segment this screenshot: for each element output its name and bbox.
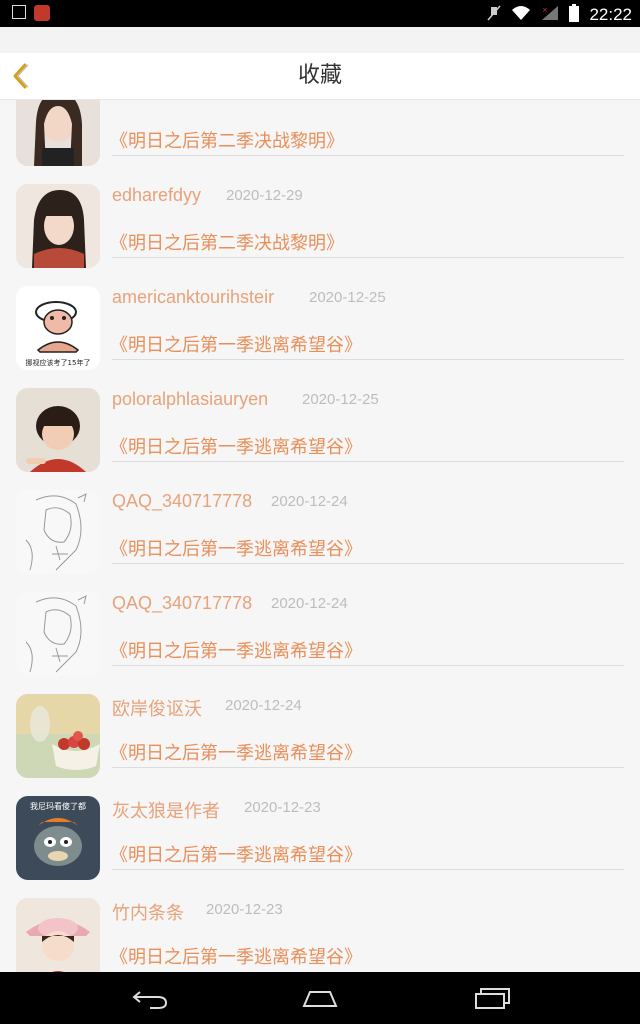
recents-nav-icon[interactable] (472, 984, 512, 1012)
date: 2020-12-23 (206, 901, 283, 918)
divider (112, 359, 624, 360)
fruit-bowl-avatar[interactable] (16, 694, 100, 778)
username[interactable]: 欧岸俊讴沃 (112, 695, 202, 721)
list-item[interactable]: QAQ_340717778 2020-12-24 《明日之后第一季逃离希望谷》 (0, 583, 640, 685)
signal-icon: × (541, 5, 559, 25)
sketch-avatar[interactable] (16, 592, 100, 676)
divider (112, 665, 624, 666)
wifi-icon (511, 5, 531, 25)
list-item[interactable]: edharefdyy 2020-12-29 《明日之后第二季决战黎明》 (0, 175, 640, 277)
system-nav-bar (0, 972, 640, 1024)
list-item[interactable]: 挪视应该考了15年了 americanktourihsteir 2020-12-… (0, 277, 640, 379)
divider (112, 257, 624, 258)
app-icon (34, 5, 50, 21)
favorites-list[interactable]: 《明日之后第二季决战黎明》 edharefdyy 2020-12-29 《明日之… (0, 100, 640, 972)
girl-photo-avatar[interactable] (16, 100, 100, 166)
page-title: 收藏 (297, 63, 342, 88)
back-nav-icon[interactable] (130, 984, 170, 1012)
work-title[interactable]: 《明日之后第二季决战黎明》 (110, 229, 344, 255)
app-header: 收藏 (0, 53, 640, 100)
wolf-caption: 我尼玛看傻了都 (30, 801, 86, 811)
list-item[interactable]: poloralphlasiauryen 2020-12-25 《明日之后第一季逃… (0, 379, 640, 481)
image-icon (12, 5, 26, 19)
home-nav-icon[interactable] (300, 984, 340, 1012)
date: 2020-12-29 (226, 187, 303, 204)
divider (112, 461, 624, 462)
username[interactable]: QAQ_340717778 (112, 593, 252, 614)
work-title[interactable]: 《明日之后第一季逃离希望谷》 (110, 535, 362, 561)
work-title[interactable]: 《明日之后第一季逃离希望谷》 (110, 433, 362, 459)
divider (112, 869, 624, 870)
divider (112, 155, 624, 156)
list-item[interactable]: 竹内条条 2020-12-23 《明日之后第一季逃离希望谷》 (0, 889, 640, 972)
work-title[interactable]: 《明日之后第一季逃离希望谷》 (110, 943, 362, 969)
meme-caption: 挪视应该考了15年了 (26, 358, 91, 367)
username[interactable]: 灰太狼是作者 (112, 797, 220, 823)
divider (112, 563, 624, 564)
battery-icon (569, 4, 580, 26)
date: 2020-12-25 (309, 289, 386, 306)
username[interactable]: QAQ_340717778 (112, 491, 252, 512)
work-title[interactable]: 《明日之后第二季决战黎明》 (110, 127, 344, 153)
work-title[interactable]: 《明日之后第一季逃离希望谷》 (110, 739, 362, 765)
top-spacer (0, 27, 640, 53)
username[interactable]: 竹内条条 (112, 899, 184, 925)
list-item[interactable]: 《明日之后第二季决战黎明》 (0, 100, 640, 175)
date: 2020-12-24 (271, 595, 348, 612)
wolf-cartoon-avatar[interactable]: 我尼玛看傻了都 (16, 796, 100, 880)
child-photo-avatar[interactable] (16, 388, 100, 472)
girl-photo-avatar[interactable] (16, 184, 100, 268)
username[interactable]: poloralphlasiauryen (112, 389, 268, 410)
work-title[interactable]: 《明日之后第一季逃离希望谷》 (110, 841, 362, 867)
list-item[interactable]: QAQ_340717778 2020-12-24 《明日之后第一季逃离希望谷》 (0, 481, 640, 583)
list-item[interactable]: 欧岸俊讴沃 2020-12-24 《明日之后第一季逃离希望谷》 (0, 685, 640, 787)
clock: 22:22 (589, 5, 632, 24)
date: 2020-12-24 (225, 697, 302, 714)
svg-text:×: × (542, 6, 548, 14)
doll-avatar[interactable] (16, 898, 100, 972)
date: 2020-12-23 (244, 799, 321, 816)
username[interactable]: edharefdyy (112, 185, 201, 206)
cartoon-meme-avatar[interactable]: 挪视应该考了15年了 (16, 286, 100, 370)
work-title[interactable]: 《明日之后第一季逃离希望谷》 (110, 331, 362, 357)
date: 2020-12-25 (302, 391, 379, 408)
mute-icon (487, 5, 502, 25)
date: 2020-12-24 (271, 493, 348, 510)
sketch-avatar[interactable] (16, 490, 100, 574)
work-title[interactable]: 《明日之后第一季逃离希望谷》 (110, 637, 362, 663)
username[interactable]: americanktourihsteir (112, 287, 274, 308)
list-item[interactable]: 我尼玛看傻了都 灰太狼是作者 2020-12-23 《明日之后第一季逃离希望谷》 (0, 787, 640, 889)
status-bar: × 22:22 (0, 0, 640, 27)
divider (112, 767, 624, 768)
